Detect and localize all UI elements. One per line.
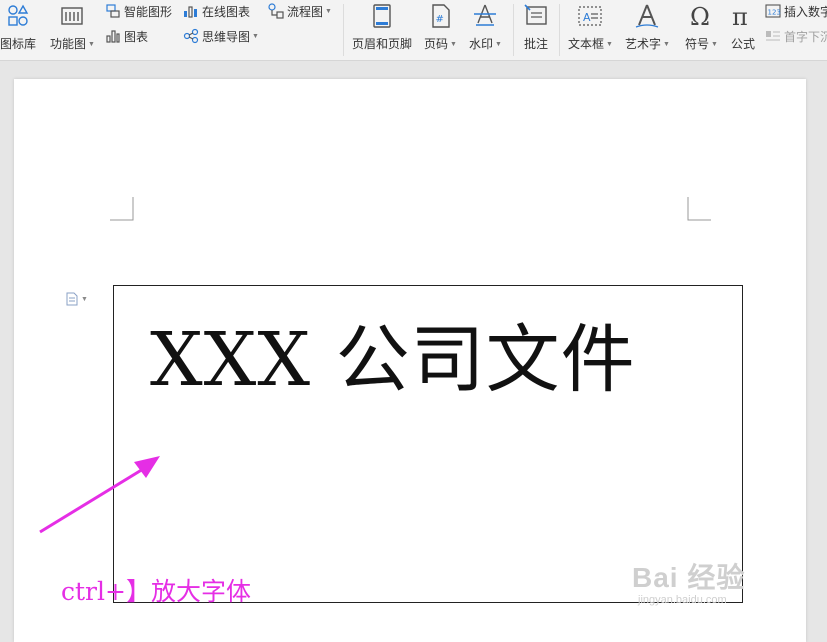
smart-graphic-icon xyxy=(105,3,121,19)
header-footer-button[interactable]: 页眉和页脚 xyxy=(352,2,412,52)
chevron-down-icon: ▼ xyxy=(450,41,457,49)
function-chart-label: 功能图 xyxy=(50,37,87,51)
flowchart-icon xyxy=(268,3,284,19)
online-chart-button[interactable]: 在线图表 xyxy=(183,2,250,20)
drop-cap-button[interactable]: 首字下沉 xyxy=(765,27,827,45)
chevron-down-icon: ▼ xyxy=(81,295,88,303)
svg-text:Ω: Ω xyxy=(690,3,710,30)
flowchart-label: 流程图 xyxy=(287,4,324,19)
omega-icon: Ω xyxy=(687,2,715,31)
chevron-down-icon: ▼ xyxy=(252,32,259,40)
online-chart-label: 在线图表 xyxy=(202,4,251,19)
ribbon-toolbar: 图标库 功能图 ▼ 智能图形 图表 在线图表 思维导图 ▼ 流程图 ▼ 页眉和页… xyxy=(0,0,827,61)
symbol-button[interactable]: Ω 符号 ▼ xyxy=(685,2,718,52)
mind-map-icon xyxy=(183,28,199,44)
function-chart-button[interactable]: 功能图 ▼ xyxy=(50,2,95,52)
toolbar-divider xyxy=(513,4,514,56)
number-icon: 123 xyxy=(765,3,781,19)
annotation-arrow xyxy=(39,456,160,534)
mind-map-label: 思维导图 xyxy=(202,29,251,44)
margin-corner-mark xyxy=(687,197,711,221)
smart-graphic-button[interactable]: 智能图形 xyxy=(105,2,172,20)
text-box-label: 文本框 xyxy=(568,37,605,51)
page-number-label: 页码 xyxy=(424,37,449,51)
chevron-down-icon: ▼ xyxy=(88,41,95,49)
pi-icon: π xyxy=(729,2,757,31)
page-number-icon: # xyxy=(426,2,454,30)
drop-cap-label: 首字下沉 xyxy=(784,29,827,44)
bar-chart-icon xyxy=(105,28,121,44)
insert-number-button[interactable]: 123 插入数字 xyxy=(765,2,827,20)
baidu-watermark: Bai 经验 jingyan.baidu.com xyxy=(632,556,745,606)
word-art-icon xyxy=(633,2,661,30)
header-footer-icon xyxy=(368,2,396,30)
smart-graphic-label: 智能图形 xyxy=(124,4,173,19)
watermark-button[interactable]: 水印 ▼ xyxy=(469,2,502,52)
chart-label: 图表 xyxy=(124,29,149,44)
comment-icon xyxy=(522,2,550,30)
watermark-label: 水印 xyxy=(469,37,494,51)
mind-map-button[interactable]: 思维导图 ▼ xyxy=(183,27,259,45)
annotation-instruction: ctrl+】放大字体 xyxy=(61,577,251,606)
function-chart-icon xyxy=(58,2,86,30)
chevron-down-icon: ▼ xyxy=(606,41,613,49)
svg-text:#: # xyxy=(436,14,444,25)
icon-library-label: 图标库 xyxy=(0,37,37,51)
watermark-icon xyxy=(471,2,499,30)
word-art-label: 艺术字 xyxy=(625,37,662,51)
comment-button[interactable]: 批注 xyxy=(522,2,550,52)
toolbar-divider xyxy=(559,4,560,56)
online-chart-icon xyxy=(183,3,199,19)
margin-corner-mark xyxy=(110,197,134,221)
chevron-down-icon: ▼ xyxy=(663,41,670,49)
document-icon xyxy=(66,292,78,306)
page-number-button[interactable]: # 页码 ▼ xyxy=(424,2,457,52)
svg-text:A: A xyxy=(583,11,591,24)
text-box-icon: A xyxy=(576,2,604,30)
formula-button[interactable]: π 公式 xyxy=(729,2,757,52)
text-box-button[interactable]: A 文本框 ▼ xyxy=(568,2,613,52)
chart-button[interactable]: 图表 xyxy=(105,27,148,45)
comment-label: 批注 xyxy=(523,37,548,51)
formula-label: 公式 xyxy=(730,37,755,51)
chevron-down-icon: ▼ xyxy=(711,41,718,49)
svg-text:π: π xyxy=(732,3,748,30)
header-footer-label: 页眉和页脚 xyxy=(352,37,413,51)
svg-text:123: 123 xyxy=(768,9,781,17)
icon-library-button[interactable]: 图标库 xyxy=(0,2,36,52)
drop-cap-icon xyxy=(765,28,781,44)
insert-number-label: 插入数字 xyxy=(784,4,827,19)
flowchart-button[interactable]: 流程图 ▼ xyxy=(268,2,332,20)
chevron-down-icon: ▼ xyxy=(325,7,332,15)
chevron-down-icon: ▼ xyxy=(495,41,502,49)
document-title[interactable]: XXX 公司文件 xyxy=(150,300,636,407)
symbol-label: 符号 xyxy=(685,37,710,51)
paragraph-layout-handle[interactable]: ▼ xyxy=(66,292,88,306)
word-art-button[interactable]: 艺术字 ▼ xyxy=(625,2,670,52)
toolbar-divider xyxy=(343,4,344,56)
icon-library-icon xyxy=(4,2,32,30)
watermark-main: Bai 经验 xyxy=(632,562,746,593)
